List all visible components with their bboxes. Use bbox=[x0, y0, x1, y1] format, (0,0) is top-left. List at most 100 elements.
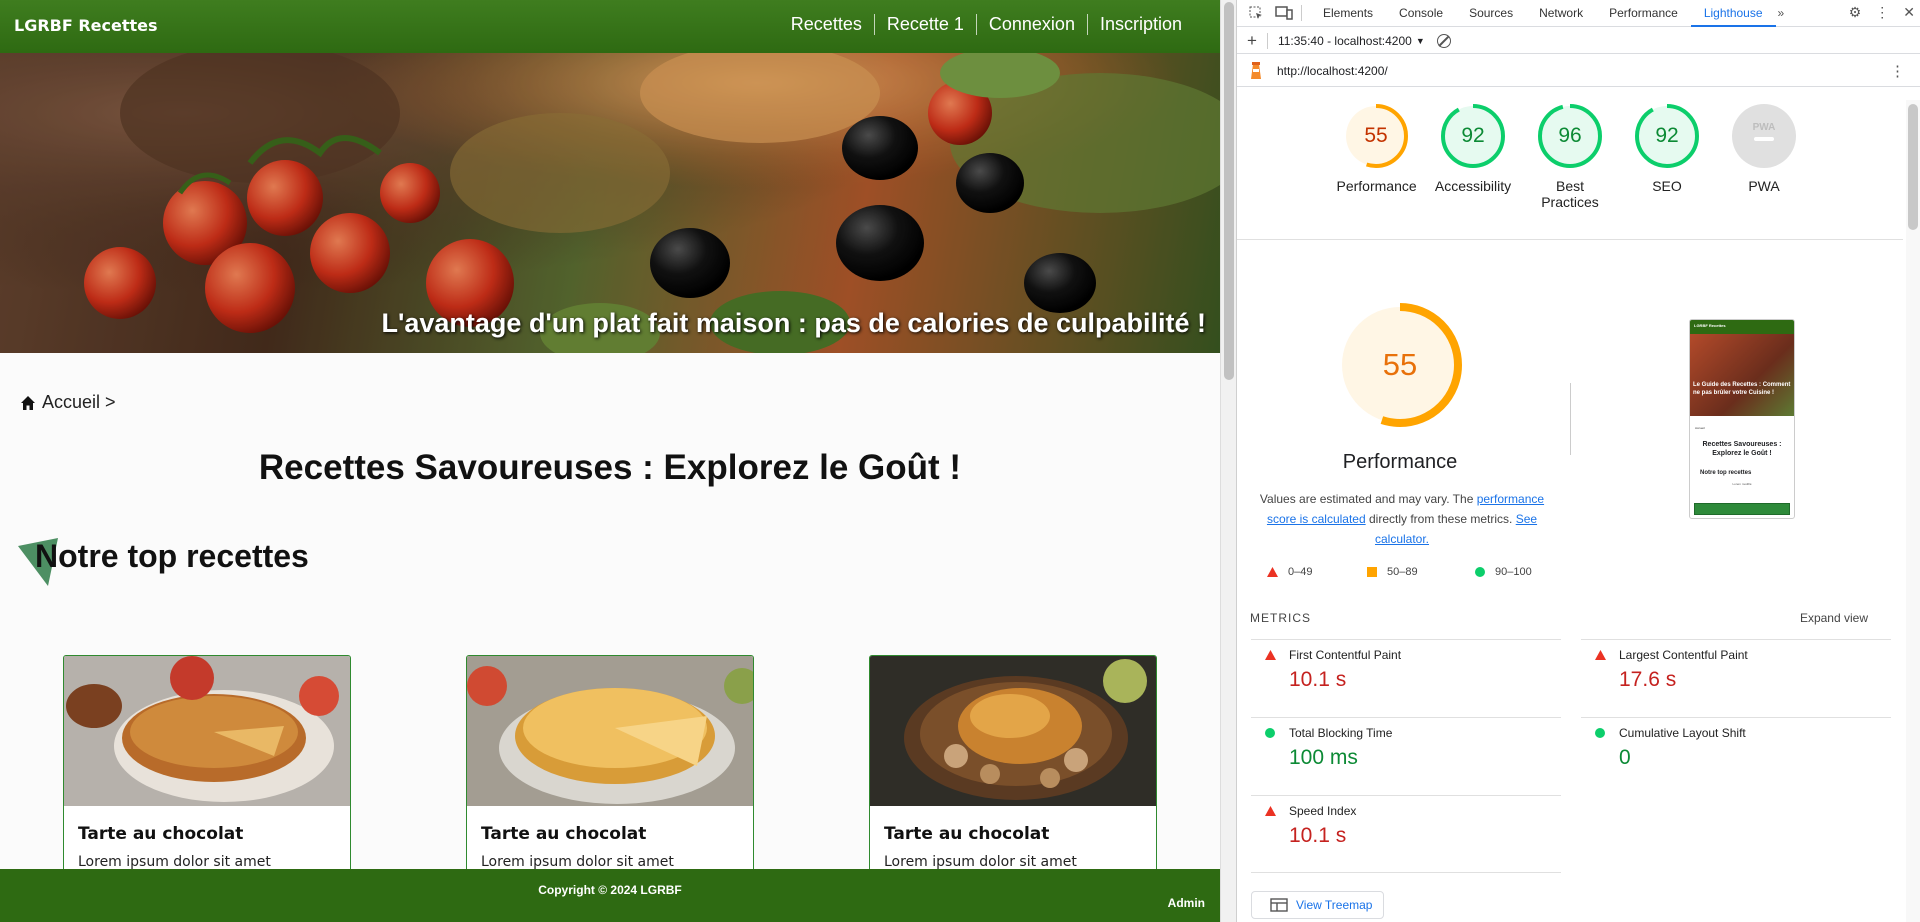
red-triangle-icon bbox=[1265, 806, 1276, 816]
tab-lighthouse[interactable]: Lighthouse bbox=[1690, 0, 1776, 27]
score-legend: 0–49 50–89 90–100 bbox=[1267, 566, 1575, 578]
legend-label: 90–100 bbox=[1495, 566, 1532, 578]
metric-label: Cumulative Layout Shift bbox=[1619, 726, 1746, 740]
top-navbar: LGRBF Recettes Recettes Recette 1 Connex… bbox=[0, 0, 1220, 53]
metric-value: 0 bbox=[1619, 746, 1631, 769]
hero-banner: L'avantage d'un plat fait maison : pas d… bbox=[0, 53, 1220, 353]
green-circle-icon bbox=[1265, 728, 1275, 738]
scrollbar-thumb[interactable] bbox=[1908, 104, 1918, 230]
recipe-image bbox=[64, 656, 350, 806]
gauge-seo[interactable]: 92 SEO bbox=[1628, 104, 1707, 210]
red-triangle-icon bbox=[1595, 650, 1606, 660]
gauge-accessibility[interactable]: 92 Accessibility bbox=[1434, 104, 1513, 210]
brand-logo[interactable]: LGRBF Recettes bbox=[14, 16, 158, 35]
legend-label: 50–89 bbox=[1387, 566, 1418, 578]
thumb-crumb: Accueil bbox=[1695, 426, 1705, 430]
green-circle-icon bbox=[1595, 728, 1605, 738]
devtools-tabbar: Elements Console Sources Network Perform… bbox=[1237, 0, 1920, 27]
inspect-element-icon[interactable] bbox=[1247, 4, 1265, 22]
nav-link-connexion[interactable]: Connexion bbox=[975, 14, 1087, 35]
recipe-title: Tarte au chocolat bbox=[78, 824, 244, 844]
recipe-card[interactable]: Tarte au chocolat Lorem ipsum dolor sit … bbox=[869, 655, 1157, 885]
report-url[interactable]: http://localhost:4200/ bbox=[1277, 64, 1388, 78]
final-screenshot-thumbnail[interactable]: LGRBF Recettes Le Guide des Recettes : C… bbox=[1689, 319, 1795, 519]
metric-label: Total Blocking Time bbox=[1289, 726, 1393, 740]
dropdown-arrow-icon[interactable]: ▼ bbox=[1416, 36, 1425, 46]
performance-description: Values are estimated and may vary. The p… bbox=[1257, 489, 1547, 549]
green-circle-icon bbox=[1475, 567, 1485, 577]
home-icon[interactable] bbox=[20, 395, 36, 411]
metric-lcp: Largest Contentful Paint 17.6 s bbox=[1581, 639, 1891, 717]
page-title: Recettes Savoureuses : Explorez le Goût … bbox=[258, 448, 962, 487]
legend-label: 0–49 bbox=[1288, 566, 1313, 578]
page-scrollbar[interactable] bbox=[1220, 0, 1236, 922]
recipe-description: Lorem ipsum dolor sit amet bbox=[884, 854, 1077, 870]
clear-block-icon[interactable] bbox=[1436, 33, 1451, 48]
performance-big-score: 55 bbox=[1382, 347, 1418, 382]
nav-link-recette-1[interactable]: Recette 1 bbox=[873, 14, 976, 35]
more-tabs-icon[interactable]: » bbox=[1778, 6, 1785, 20]
desc-text: directly from these metrics. bbox=[1365, 512, 1516, 526]
tab-console[interactable]: Console bbox=[1386, 0, 1456, 27]
report-menu-icon[interactable]: ⋮ bbox=[1890, 62, 1905, 80]
hero-tagline: L'avantage d'un plat fait maison : pas d… bbox=[381, 308, 1206, 338]
tab-elements[interactable]: Elements bbox=[1310, 0, 1386, 27]
divider bbox=[1237, 239, 1903, 240]
website-viewport: LGRBF Recettes Recettes Recette 1 Connex… bbox=[0, 0, 1220, 922]
recipe-title: Tarte au chocolat bbox=[884, 824, 1050, 844]
footer-admin-link[interactable]: Admin bbox=[1168, 896, 1205, 910]
scrollbar-thumb[interactable] bbox=[1224, 2, 1234, 380]
breadcrumb-home-link[interactable]: Accueil > bbox=[42, 392, 116, 413]
recipe-image bbox=[870, 656, 1156, 806]
close-devtools-icon[interactable]: ✕ bbox=[1903, 4, 1915, 21]
view-treemap-button[interactable]: View Treemap bbox=[1251, 891, 1384, 919]
red-triangle-icon bbox=[1267, 567, 1278, 577]
recipe-card[interactable]: Tarte au chocolat Lorem ipsum dolor sit … bbox=[63, 655, 351, 885]
thumb-hero-text: Le Guide des Recettes : Comment ne pas b… bbox=[1693, 382, 1791, 396]
gauge-label: PWA bbox=[1748, 178, 1780, 194]
lighthouse-logo-icon bbox=[1251, 61, 1261, 79]
metric-tbt: Total Blocking Time 100 ms bbox=[1251, 717, 1561, 795]
footer-copyright: Copyright © 2024 LGRBF bbox=[538, 883, 682, 897]
gauge-score: 96 bbox=[1558, 124, 1582, 147]
thumb-section: Notre top recettes bbox=[1700, 470, 1752, 476]
settings-gear-icon[interactable]: ⚙ bbox=[1849, 4, 1862, 21]
device-toolbar-icon[interactable] bbox=[1275, 4, 1293, 22]
tab-performance[interactable]: Performance bbox=[1596, 0, 1691, 27]
report-select[interactable]: 11:35:40 - localhost:4200 bbox=[1278, 34, 1412, 48]
expand-view-button[interactable]: Expand view bbox=[1800, 611, 1868, 625]
new-report-icon[interactable]: + bbox=[1247, 31, 1257, 51]
site-footer: Copyright © 2024 LGRBF Admin bbox=[0, 869, 1220, 922]
nav-link-inscription[interactable]: Inscription bbox=[1086, 14, 1194, 35]
recipe-card[interactable]: Tarte au chocolat Lorem ipsum dolor sit … bbox=[466, 655, 754, 885]
gauge-label: Accessibility bbox=[1434, 178, 1512, 194]
metric-cls: Cumulative Layout Shift 0 bbox=[1581, 717, 1891, 795]
tab-sources[interactable]: Sources bbox=[1456, 0, 1526, 27]
devtools-panel: Elements Console Sources Network Perform… bbox=[1236, 0, 1920, 922]
performance-title: Performance bbox=[1342, 451, 1458, 473]
tab-network[interactable]: Network bbox=[1526, 0, 1596, 27]
score-gauges: 55 Performance 92 Accessibility 96 Best Pra… bbox=[1237, 104, 1903, 210]
gauge-best-practices[interactable]: 96 Best Practices bbox=[1531, 104, 1610, 210]
gauge-performance[interactable]: 55 Performance bbox=[1336, 104, 1417, 210]
url-bar: http://localhost:4200/ ⋮ bbox=[1237, 55, 1920, 87]
gauge-score: 92 bbox=[1461, 124, 1485, 147]
pwa-badge-icon: PWA bbox=[1732, 104, 1796, 168]
metric-fcp: First Contentful Paint 10.1 s bbox=[1251, 639, 1561, 717]
metric-value: 10.1 s bbox=[1289, 668, 1347, 691]
legend-fail: 0–49 bbox=[1267, 566, 1367, 578]
gauge-pwa[interactable]: PWA PWA bbox=[1725, 104, 1804, 210]
svg-text:PWA: PWA bbox=[1753, 122, 1776, 133]
section-title: Notre top recettes bbox=[35, 538, 309, 574]
legend-average: 50–89 bbox=[1367, 566, 1475, 578]
metric-value: 100 ms bbox=[1289, 746, 1358, 769]
nav-link-recettes[interactable]: Recettes bbox=[779, 14, 874, 35]
orange-square-icon bbox=[1367, 567, 1377, 577]
devtools-scrollbar[interactable] bbox=[1906, 100, 1920, 922]
thumb-title: Recettes Savoureuses : Explorez le Goût … bbox=[1702, 441, 1782, 457]
metric-value: 10.1 s bbox=[1289, 824, 1347, 847]
more-options-icon[interactable]: ⋮ bbox=[1875, 4, 1889, 21]
recipe-title: Tarte au chocolat bbox=[481, 824, 647, 844]
gauge-label: Performance bbox=[1336, 178, 1417, 194]
red-triangle-icon bbox=[1265, 650, 1276, 660]
